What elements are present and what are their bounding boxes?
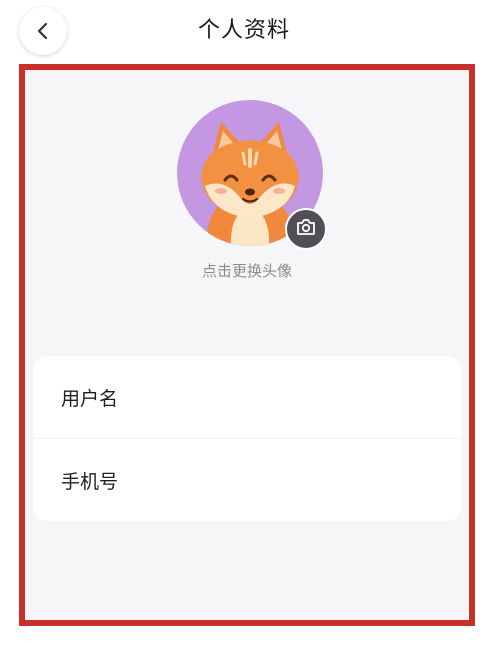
camera-icon (296, 218, 316, 240)
profile-page: 个人资料 点击更换头像 用户名 手机号 (0, 0, 488, 647)
highlighted-content-area: 点击更换头像 用户名 手机号 (19, 64, 475, 626)
profile-form-list: 用户名 手机号 (33, 356, 461, 521)
change-avatar-camera-button[interactable] (285, 208, 327, 250)
username-label: 用户名 (61, 387, 119, 410)
change-avatar-link[interactable]: 点击更换头像 (25, 260, 469, 281)
phone-label: 手机号 (61, 470, 119, 493)
avatar-section (177, 100, 327, 250)
top-bar: 个人资料 (0, 0, 488, 62)
phone-row[interactable]: 手机号 (33, 438, 461, 521)
page-title: 个人资料 (197, 18, 290, 43)
username-row[interactable]: 用户名 (33, 356, 461, 438)
